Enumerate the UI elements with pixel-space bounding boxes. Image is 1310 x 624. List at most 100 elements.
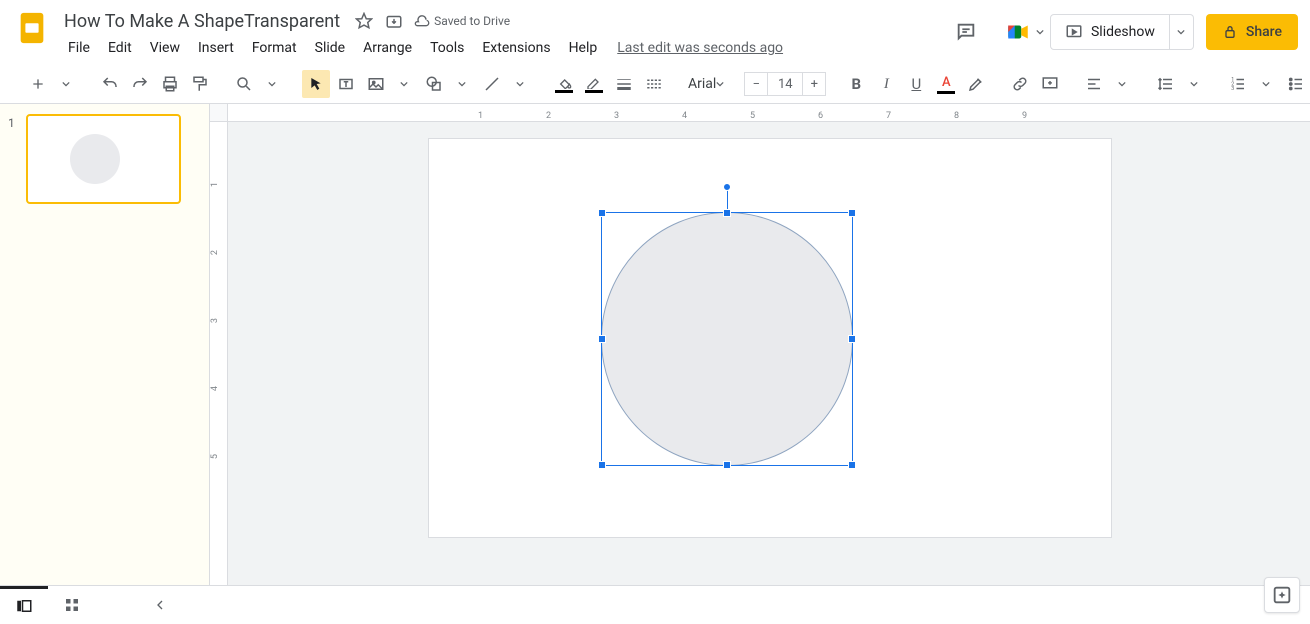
underline-button[interactable]: U xyxy=(902,70,930,98)
ruler-tick: 6 xyxy=(818,104,823,121)
menu-tools[interactable]: Tools xyxy=(422,36,472,60)
menu-slide[interactable]: Slide xyxy=(307,36,353,60)
paint-format-button[interactable] xyxy=(186,70,214,98)
insert-comment-button[interactable] xyxy=(1036,70,1064,98)
workspace: 1 1 2 3 4 5 1 2 3 4 5 6 7 8 9 xyxy=(0,104,1310,585)
font-size-value[interactable]: 14 xyxy=(768,72,802,96)
menu-help[interactable]: Help xyxy=(561,36,606,60)
undo-button[interactable] xyxy=(96,70,124,98)
slide-thumbnail[interactable]: 1 xyxy=(8,114,201,204)
menu-view[interactable]: View xyxy=(142,36,188,60)
move-icon[interactable] xyxy=(384,11,404,31)
slideshow-button[interactable]: Slideshow xyxy=(1050,14,1170,50)
menu-format[interactable]: Format xyxy=(244,36,305,60)
slide-thumbnail-preview[interactable] xyxy=(26,114,181,204)
slide-number: 1 xyxy=(8,114,18,204)
insert-link-button[interactable] xyxy=(1006,70,1034,98)
italic-button[interactable]: I xyxy=(872,70,900,98)
numbered-list-dropdown[interactable] xyxy=(1252,70,1280,98)
ruler-tick: 3 xyxy=(614,104,619,121)
slide[interactable] xyxy=(428,138,1112,538)
font-size-decrease[interactable]: − xyxy=(744,72,768,96)
numbered-list-button[interactable]: 123 xyxy=(1224,70,1252,98)
image-dropdown[interactable] xyxy=(390,70,418,98)
resize-handle-ml[interactable] xyxy=(598,335,606,343)
shape-tool[interactable] xyxy=(420,70,448,98)
ruler-tick: 2 xyxy=(210,250,227,255)
share-button[interactable]: Share xyxy=(1206,14,1298,50)
textbox-tool[interactable] xyxy=(332,70,360,98)
fill-color-button[interactable] xyxy=(550,70,578,98)
new-slide-dropdown[interactable] xyxy=(52,70,80,98)
font-size-increase[interactable]: + xyxy=(802,72,826,96)
filmstrip-view-button[interactable] xyxy=(0,586,48,624)
ruler-vertical[interactable]: 1 2 3 4 5 xyxy=(210,122,228,585)
comments-icon[interactable] xyxy=(946,12,986,52)
svg-text:3: 3 xyxy=(1232,86,1235,92)
star-icon[interactable] xyxy=(354,11,374,31)
select-tool[interactable] xyxy=(302,70,330,98)
resize-handle-br[interactable] xyxy=(848,461,856,469)
collapse-filmstrip-button[interactable] xyxy=(136,586,184,624)
resize-handle-tm[interactable] xyxy=(723,209,731,217)
ruler-tick: 8 xyxy=(954,104,959,121)
ruler-tick: 1 xyxy=(478,104,483,121)
ruler-tick: 5 xyxy=(210,454,227,459)
line-dropdown[interactable] xyxy=(506,70,534,98)
image-tool[interactable] xyxy=(362,70,390,98)
resize-handle-tr[interactable] xyxy=(848,209,856,217)
meet-icon[interactable] xyxy=(998,12,1038,52)
font-family-select[interactable]: Arial xyxy=(684,70,728,98)
menu-arrange[interactable]: Arrange xyxy=(355,36,420,60)
line-spacing-button[interactable] xyxy=(1152,70,1180,98)
resize-handle-tl[interactable] xyxy=(598,209,606,217)
shape-dropdown[interactable] xyxy=(448,70,476,98)
ruler-tick: 5 xyxy=(750,104,755,121)
menu-bar: File Edit View Insert Format Slide Arran… xyxy=(60,34,783,62)
resize-handle-bm[interactable] xyxy=(723,461,731,469)
save-status[interactable]: Saved to Drive xyxy=(414,13,510,29)
toolbar: Arial − 14 + B I U A 123 xyxy=(0,64,1310,104)
resize-handle-bl[interactable] xyxy=(598,461,606,469)
rotation-handle[interactable] xyxy=(723,183,731,191)
bold-button[interactable]: B xyxy=(842,70,870,98)
zoom-dropdown[interactable] xyxy=(258,70,286,98)
text-color-button[interactable]: A xyxy=(932,70,960,98)
app-header: How To Make A ShapeTransparent Saved to … xyxy=(0,0,1310,64)
last-edit-link[interactable]: Last edit was seconds ago xyxy=(617,40,783,56)
highlight-color-button[interactable] xyxy=(962,70,990,98)
ruler-tick: 2 xyxy=(546,104,551,121)
border-color-button[interactable] xyxy=(580,70,608,98)
menu-file[interactable]: File xyxy=(60,36,98,60)
resize-handle-mr[interactable] xyxy=(848,335,856,343)
ruler-tick: 7 xyxy=(886,104,891,121)
canvas-area: 1 2 3 4 5 1 2 3 4 5 6 7 8 9 xyxy=(210,104,1310,585)
new-slide-button[interactable] xyxy=(24,70,52,98)
border-weight-button[interactable] xyxy=(610,70,638,98)
ruler-tick: 9 xyxy=(1022,104,1027,121)
align-button[interactable] xyxy=(1080,70,1108,98)
slides-logo[interactable] xyxy=(12,8,52,48)
canvas[interactable] xyxy=(228,122,1310,585)
line-spacing-dropdown[interactable] xyxy=(1180,70,1208,98)
line-tool[interactable] xyxy=(478,70,506,98)
menu-insert[interactable]: Insert xyxy=(190,36,242,60)
ruler-tick: 3 xyxy=(210,318,227,323)
redo-button[interactable] xyxy=(126,70,154,98)
bulleted-list-button[interactable] xyxy=(1282,70,1310,98)
slideshow-dropdown[interactable] xyxy=(1170,14,1194,50)
grid-view-button[interactable] xyxy=(48,586,96,624)
title-area: How To Make A ShapeTransparent Saved to … xyxy=(60,8,783,62)
border-dash-button[interactable] xyxy=(640,70,668,98)
zoom-button[interactable] xyxy=(230,70,258,98)
document-title[interactable]: How To Make A ShapeTransparent xyxy=(60,10,344,33)
ruler-corner xyxy=(210,104,228,122)
menu-edit[interactable]: Edit xyxy=(100,36,140,60)
explore-button[interactable] xyxy=(1264,577,1300,613)
selection-box[interactable] xyxy=(601,212,853,466)
align-dropdown[interactable] xyxy=(1108,70,1136,98)
print-button[interactable] xyxy=(156,70,184,98)
filmstrip[interactable]: 1 xyxy=(0,104,210,585)
ruler-horizontal[interactable]: 1 2 3 4 5 6 7 8 9 xyxy=(228,104,1310,122)
menu-extensions[interactable]: Extensions xyxy=(474,36,558,60)
